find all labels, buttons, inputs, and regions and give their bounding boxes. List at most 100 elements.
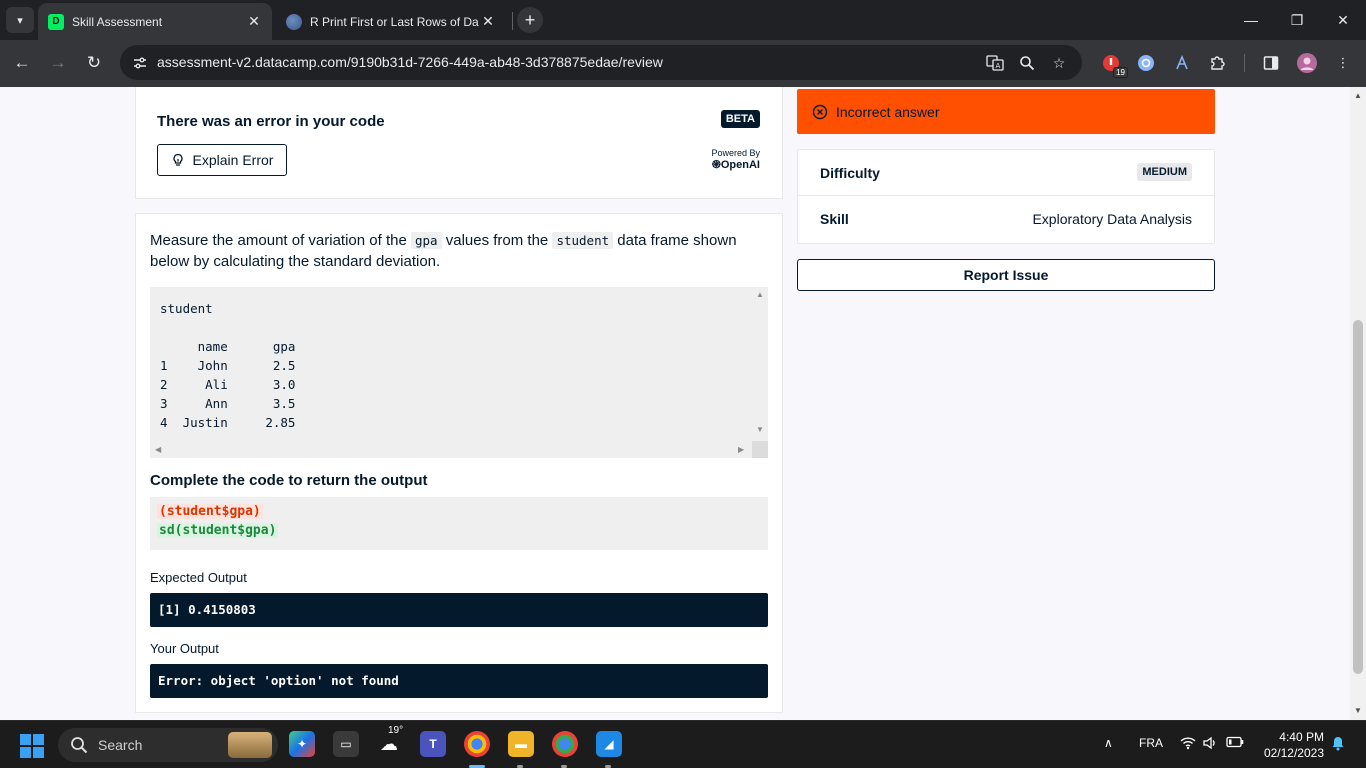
error-explanation-card: There was an error in your code BETA Exp… (135, 87, 783, 199)
scroll-right-icon[interactable]: ▶ (738, 445, 744, 454)
copilot-icon[interactable]: ✦ (289, 731, 315, 757)
bookmark-star-icon[interactable]: ☆ (1048, 52, 1070, 74)
page-content: There was an error in your code BETA Exp… (0, 87, 1350, 720)
expected-output-text: [1] 0.4150803 (158, 602, 256, 617)
site-settings-icon[interactable] (132, 55, 148, 71)
datacamp-favicon-icon: D (48, 13, 64, 30)
horizontal-scrollbar[interactable]: ◀ ▶ (150, 441, 752, 458)
svg-text:A: A (996, 62, 1001, 70)
photos-app-icon[interactable]: ◢ (596, 731, 622, 757)
close-tab-icon[interactable]: ✕ (246, 13, 262, 30)
show-hidden-icons-chevron-icon[interactable]: ∧ (1104, 736, 1113, 750)
tab-title: R Print First or Last Rows of Da (310, 14, 479, 29)
tab-r-print-rows[interactable]: R Print First or Last Rows of Da ✕ (276, 3, 506, 40)
report-issue-button[interactable]: Report Issue (797, 259, 1215, 291)
close-tab-icon[interactable]: ✕ (480, 13, 496, 30)
clock-date: 02/12/2023 (1263, 746, 1324, 760)
volume-icon[interactable] (1202, 736, 1218, 753)
scrollbar-corner (752, 441, 768, 458)
page-scrollbar[interactable]: ▲ ▼ (1350, 87, 1366, 720)
tab-search-button[interactable]: ▾ (6, 7, 34, 33)
browser-toolbar: ← → ↻ assessment-v2.datacamp.com/9190b31… (0, 40, 1366, 87)
explain-error-label: Explain Error (192, 152, 274, 168)
reload-icon[interactable]: ↻ (81, 50, 107, 76)
chrome-icon[interactable] (464, 731, 490, 757)
profile-avatar-icon[interactable] (1296, 52, 1318, 74)
url-text: assessment-v2.datacamp.com/9190b31d-7266… (157, 54, 663, 70)
prompt-text: Measure the amount of variation of the (150, 232, 411, 249)
page-scroll-thumb[interactable] (1353, 320, 1363, 674)
wifi-icon[interactable] (1180, 736, 1196, 753)
accent-extension-icon[interactable] (1171, 52, 1193, 74)
task-view-icon[interactable]: ▭ (333, 731, 359, 757)
page-scroll-down-icon[interactable]: ▼ (1353, 706, 1363, 716)
notification-bell-icon[interactable] (1330, 735, 1346, 754)
openai-logo: ֍OpenAI (711, 159, 760, 171)
inline-code-gpa: gpa (410, 232, 442, 249)
data-frame-text: student name gpa 1 John 2.5 2 Ali 3.0 3 … (160, 301, 296, 430)
extensions-puzzle-icon[interactable] (1207, 52, 1229, 74)
solution-code-line: sd(student$gpa) (157, 523, 279, 538)
close-window-icon[interactable]: ✕ (1320, 0, 1366, 40)
teams-icon[interactable]: T (420, 731, 446, 757)
expected-output-label: Expected Output (150, 570, 247, 585)
translate-icon[interactable]: A (984, 52, 1006, 74)
difficulty-label: Difficulty (820, 165, 880, 181)
question-meta-card: Difficulty MEDIUM Skill Exploratory Data… (797, 149, 1215, 244)
inline-code-student: student (552, 232, 614, 249)
page-scroll-up-icon[interactable]: ▲ (1353, 91, 1363, 101)
address-bar[interactable]: assessment-v2.datacamp.com/9190b31d-7266… (120, 45, 1082, 80)
minimize-icon[interactable]: — (1228, 0, 1274, 40)
incorrect-answer-banner: Incorrect answer (797, 89, 1215, 134)
extension-badge-count: 19 (1113, 67, 1128, 78)
scroll-left-icon[interactable]: ◀ (155, 445, 161, 454)
prompt-text: values from the (441, 232, 553, 249)
error-title: There was an error in your code (157, 113, 385, 130)
side-panel-icon[interactable] (1260, 52, 1282, 74)
explain-error-button[interactable]: Explain Error (157, 144, 287, 176)
data-frame-output[interactable]: student name gpa 1 John 2.5 2 Ali 3.0 3 … (150, 287, 768, 458)
input-language[interactable]: FRA (1139, 736, 1163, 750)
incorrect-answer-text: Incorrect answer (836, 103, 940, 120)
your-output-text: Error: object 'option' not found (158, 673, 399, 688)
file-explorer-icon[interactable]: ▬ (508, 731, 534, 757)
your-output-box: Error: object 'option' not found (150, 664, 768, 698)
forward-arrow-icon[interactable]: → (45, 50, 71, 76)
system-clock[interactable]: 4:40 PM 02/12/2023 (1258, 729, 1324, 761)
chrome-profile-icon[interactable] (552, 731, 578, 757)
powered-by-text: Powered By (711, 148, 760, 158)
complete-code-heading: Complete the code to return the output (150, 472, 428, 489)
skill-value: Exploratory Data Analysis (1032, 211, 1192, 227)
chrome-menu-icon[interactable]: ⋮ (1332, 52, 1354, 74)
expected-output-box: [1] 0.4150803 (150, 593, 768, 627)
x-circle-icon (812, 104, 828, 119)
restore-icon[interactable]: ❐ (1274, 0, 1320, 40)
adblock-extension-icon[interactable]: 19 (1100, 52, 1128, 78)
scroll-down-icon[interactable]: ▼ (756, 425, 764, 434)
search-highlight-image-icon (228, 732, 272, 758)
difficulty-badge: MEDIUM (1137, 163, 1192, 181)
clock-time: 4:40 PM (1279, 730, 1324, 744)
question-card: Measure the amount of variation of the g… (135, 213, 783, 713)
windows-taskbar: Search ✦ ▭ ☁ 19° T ▬ ◢ ∧ FRA 4:40 PM 02/… (0, 720, 1366, 768)
tab-skill-assessment[interactable]: D Skill Assessment ✕ (38, 3, 272, 40)
difficulty-row: Difficulty MEDIUM (798, 150, 1214, 196)
r-site-favicon-icon (286, 13, 302, 30)
taskbar-search-box[interactable]: Search (58, 728, 278, 762)
zoom-icon[interactable] (1016, 52, 1038, 74)
openai-knot-icon: ֍ (711, 159, 721, 171)
code-diff-box: (student$gpa) sd(student$gpa) (150, 497, 768, 550)
tab-divider (512, 12, 513, 30)
search-icon (71, 737, 88, 754)
browser-tab-bar: ▾ D Skill Assessment ✕ R Print First or … (0, 0, 1366, 40)
new-tab-plus-icon[interactable]: + (517, 7, 543, 33)
vertical-scrollbar[interactable]: ▲ ▼ (752, 287, 768, 441)
lens-extension-icon[interactable] (1135, 52, 1157, 74)
skill-row: Skill Exploratory Data Analysis (798, 196, 1214, 242)
beta-badge: BETA (720, 110, 760, 128)
battery-icon[interactable] (1226, 736, 1244, 751)
scroll-up-icon[interactable]: ▲ (756, 290, 764, 299)
back-arrow-icon[interactable]: ← (9, 50, 35, 76)
windows-start-icon[interactable] (20, 734, 44, 758)
submitted-code-line: (student$gpa) (157, 504, 263, 519)
